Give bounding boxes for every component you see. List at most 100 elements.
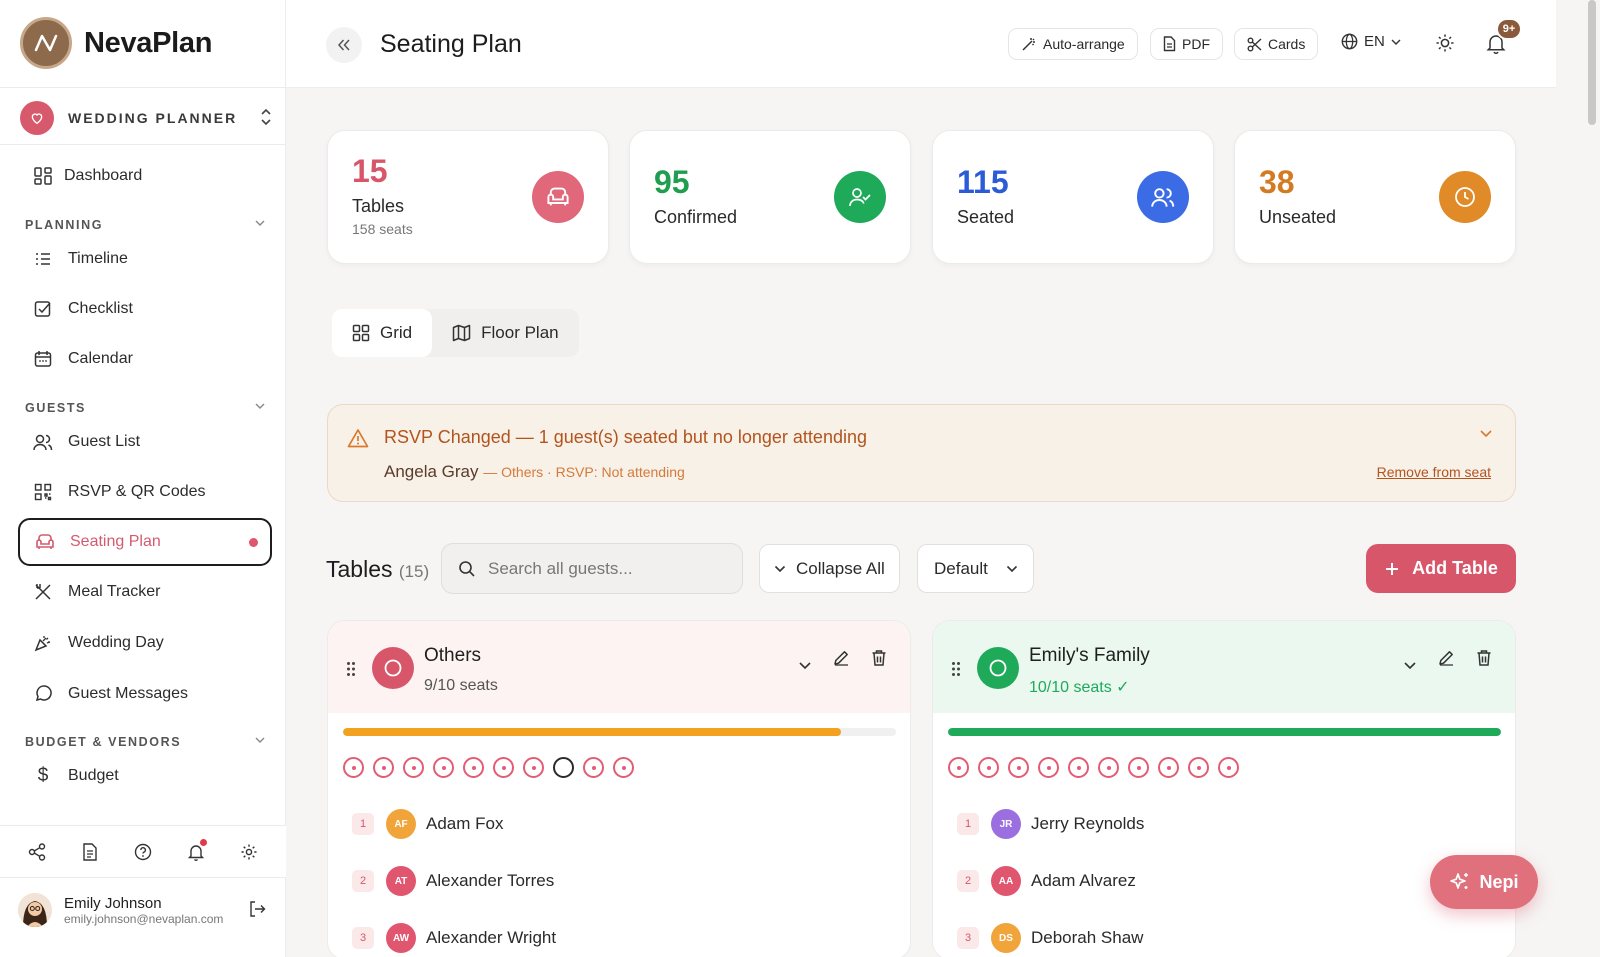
seat-indicator[interactable]: [373, 757, 394, 778]
users-icon: [1137, 171, 1189, 223]
stat-value: 95: [654, 164, 690, 200]
drag-handle-icon[interactable]: [951, 661, 961, 677]
sidebar-item-meal-tracker[interactable]: Meal Tracker: [18, 568, 272, 616]
sidebar-item-label: Wedding Day: [68, 634, 164, 651]
guest-name: Adam Alvarez: [1031, 871, 1136, 890]
settings-gear-icon[interactable]: [238, 841, 260, 863]
sidebar-item-guest-messages[interactable]: Guest Messages: [18, 670, 272, 718]
section-guests[interactable]: GUESTS: [25, 401, 265, 415]
guest-row[interactable]: 3 DS Deborah Shaw: [957, 923, 1143, 953]
stat-label: Confirmed: [654, 207, 738, 227]
collapse-sidebar-button[interactable]: [326, 27, 362, 63]
sort-select[interactable]: Default: [917, 544, 1034, 593]
sidebar-item-budget[interactable]: $ Budget: [18, 752, 272, 800]
logout-icon[interactable]: [248, 900, 266, 918]
bell-icon[interactable]: [185, 838, 208, 863]
language-selector[interactable]: EN: [1341, 33, 1401, 50]
edit-pencil-icon[interactable]: [1437, 649, 1455, 667]
sidebar-item-seating-plan[interactable]: Seating Plan: [18, 518, 272, 566]
help-icon[interactable]: [132, 841, 154, 863]
document-icon[interactable]: [79, 841, 101, 863]
seat-indicator[interactable]: [493, 757, 514, 778]
add-table-button[interactable]: Add Table: [1366, 544, 1516, 593]
seat-indicator[interactable]: [583, 757, 604, 778]
table-card: Others 9/10 seats 1 AF Adam Fox 2 AT Ale…: [327, 620, 911, 957]
seat-indicator[interactable]: [553, 757, 574, 778]
seat-indicator[interactable]: [1218, 757, 1239, 778]
pdf-button[interactable]: PDF: [1150, 28, 1223, 60]
cards-button[interactable]: Cards: [1234, 28, 1319, 60]
logo-icon: [20, 17, 72, 69]
tab-grid[interactable]: Grid: [332, 309, 433, 357]
sidebar-item-calendar[interactable]: Calendar: [18, 335, 272, 383]
search-icon: [458, 560, 476, 578]
sidebar-item-guest-list[interactable]: Guest List: [18, 418, 272, 466]
seat-indicator[interactable]: [1158, 757, 1179, 778]
clock-icon: [1439, 171, 1491, 223]
user-profile[interactable]: Emily Johnson emily.johnson@nevaplan.com: [18, 884, 274, 936]
seat-indicator[interactable]: [1068, 757, 1089, 778]
guest-row[interactable]: 3 AW Alexander Wright: [352, 923, 556, 953]
sidebar-item-label: Calendar: [68, 350, 133, 367]
seat-indicator[interactable]: [1128, 757, 1149, 778]
stat-value: 15: [352, 153, 388, 189]
search-input[interactable]: [488, 558, 718, 579]
table-card: Emily's Family 10/10 seats ✓ 1 JR Jerry …: [932, 620, 1516, 957]
seat-indicator[interactable]: [978, 757, 999, 778]
theme-toggle-sun-icon[interactable]: [1435, 33, 1455, 53]
remove-from-seat-link[interactable]: Remove from seat: [1377, 464, 1491, 480]
rsvp-change-alert: RSVP Changed — 1 guest(s) seated but no …: [327, 404, 1516, 502]
section-label: PLANNING: [25, 218, 104, 232]
seat-indicator[interactable]: [1038, 757, 1059, 778]
chevron-down-icon: [774, 565, 786, 573]
section-budget-vendors[interactable]: BUDGET & VENDORS: [25, 735, 265, 749]
seat-indicator[interactable]: [1098, 757, 1119, 778]
sidebar-item-dashboard[interactable]: Dashboard: [18, 152, 272, 200]
chevron-down-icon[interactable]: [798, 661, 812, 671]
sidebar-item-checklist[interactable]: Checklist: [18, 285, 272, 333]
edit-pencil-icon[interactable]: [832, 649, 850, 667]
section-planning[interactable]: PLANNING: [25, 218, 265, 232]
page-scrollbar[interactable]: [1588, 0, 1596, 125]
sidebar-item-wedding-day[interactable]: Wedding Day: [18, 619, 272, 667]
seat-indicator[interactable]: [463, 757, 484, 778]
collapse-all-button[interactable]: Collapse All: [759, 544, 900, 593]
seat-indicator[interactable]: [1008, 757, 1029, 778]
seat-indicator[interactable]: [343, 757, 364, 778]
seat-indicator[interactable]: [1188, 757, 1209, 778]
workspace-switcher[interactable]: WEDDING PLANNER: [20, 99, 276, 137]
trash-icon[interactable]: [871, 649, 887, 667]
drag-handle-icon[interactable]: [346, 661, 356, 677]
tab-floor-plan[interactable]: Floor Plan: [432, 309, 578, 357]
chevron-down-icon[interactable]: [1479, 429, 1493, 439]
button-label: Auto-arrange: [1043, 36, 1125, 52]
sort-selected-value: Default: [934, 558, 988, 578]
assistant-label: Nepi: [1479, 871, 1519, 892]
stat-value: 115: [957, 164, 1009, 200]
seat-indicator[interactable]: [613, 757, 634, 778]
sidebar-item-timeline[interactable]: Timeline: [18, 235, 272, 283]
guest-row[interactable]: 1 JR Jerry Reynolds: [957, 809, 1144, 839]
guest-row[interactable]: 1 AF Adam Fox: [352, 809, 503, 839]
seat-indicator[interactable]: [523, 757, 544, 778]
button-label: Cards: [1268, 36, 1306, 52]
magic-wand-icon: [1021, 36, 1037, 52]
share-icon[interactable]: [26, 841, 48, 863]
nepi-assistant-button[interactable]: Nepi: [1430, 855, 1538, 909]
auto-arrange-button[interactable]: Auto-arrange: [1008, 28, 1138, 60]
plus-icon: [1384, 561, 1400, 577]
seat-indicator[interactable]: [433, 757, 454, 778]
trash-icon[interactable]: [1476, 649, 1492, 667]
guest-row[interactable]: 2 AT Alexander Torres: [352, 866, 554, 896]
tables-title: Tables: [326, 556, 393, 582]
chevron-down-icon[interactable]: [1403, 661, 1417, 671]
brand[interactable]: NevaPlan: [20, 17, 212, 69]
map-icon: [452, 324, 471, 342]
seat-indicator[interactable]: [948, 757, 969, 778]
guest-row[interactable]: 2 AA Adam Alvarez: [957, 866, 1136, 896]
sidebar-item-label: Budget: [68, 767, 119, 784]
seat-indicator[interactable]: [403, 757, 424, 778]
seat-number: 1: [957, 813, 979, 835]
sidebar-item-rsvp[interactable]: RSVP & QR Codes: [18, 468, 272, 516]
calendar-icon: [32, 348, 54, 370]
